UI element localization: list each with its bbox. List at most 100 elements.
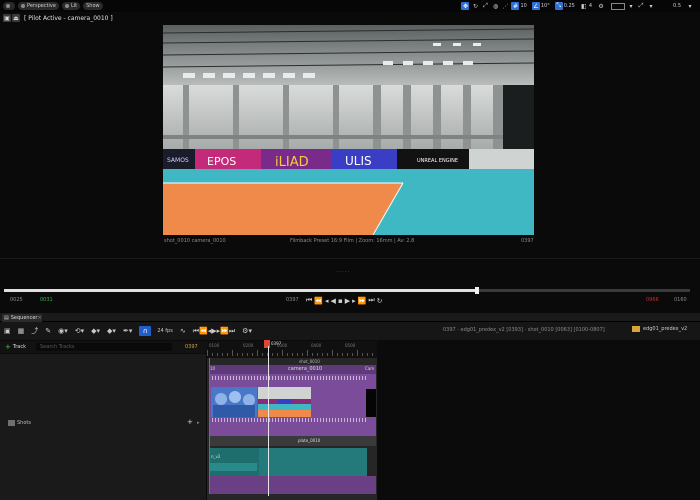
transport-mini-icon[interactable]: ⏮⏪◂▶▸⏩⏭ xyxy=(193,327,235,336)
add-track-button[interactable]: + Track xyxy=(5,343,26,351)
camera-view[interactable]: SAMOS EPOS iLIAD ULIS UNREAL ENGINE xyxy=(163,25,534,235)
blank-frame xyxy=(366,389,376,417)
add-key-icon[interactable]: ◆▾ xyxy=(107,327,116,335)
chevron-down-icon[interactable]: ▾ xyxy=(627,2,635,10)
stop-icon[interactable]: ▪ xyxy=(338,297,343,305)
fps-select[interactable]: 24 fps xyxy=(157,328,173,334)
track-search-input[interactable]: Search Tracks xyxy=(36,343,172,351)
next-frame-icon[interactable]: ▸ xyxy=(352,297,356,305)
ruler-tick xyxy=(282,350,283,356)
ruler-tick xyxy=(287,353,288,356)
camera-speed-icon[interactable]: ◧ xyxy=(580,2,588,10)
tab-sequencer[interactable]: ▤ Sequencer × xyxy=(2,314,42,322)
start-timecode[interactable]: 0025 xyxy=(10,297,23,303)
audio-track[interactable] xyxy=(209,476,376,494)
show-button[interactable]: Show xyxy=(83,2,103,10)
ruler-tick xyxy=(332,350,333,356)
end-timecode[interactable]: 0966 xyxy=(646,297,659,303)
edit-tool-icon[interactable]: ✒▾ xyxy=(123,327,132,335)
snap-magnet-icon[interactable]: ∩ xyxy=(139,326,152,336)
add-icon[interactable]: + xyxy=(187,418,193,426)
camera-speed-value[interactable]: 4 xyxy=(589,3,592,9)
subsequence-clip-b[interactable] xyxy=(259,448,367,476)
select-mode-icon[interactable]: ✥ xyxy=(461,2,470,10)
ruler-tick xyxy=(227,353,228,356)
scale-icon[interactable]: ⤢ xyxy=(481,2,489,10)
chevron-down-icon[interactable]: ▾ xyxy=(686,2,694,10)
lit-button[interactable]: Lit xyxy=(61,2,81,10)
ruler-tick xyxy=(257,350,258,356)
world-icon[interactable]: ◍ xyxy=(491,2,499,10)
surface-snap-icon[interactable]: ⋰ xyxy=(501,2,509,10)
close-icon[interactable]: × xyxy=(37,315,41,321)
viewport-layout-icon[interactable] xyxy=(611,2,626,10)
grid-snap-value[interactable]: 10 xyxy=(520,3,526,9)
fov-value[interactable]: 0.5 xyxy=(673,3,681,9)
chevron-down-icon[interactable]: ▾ xyxy=(647,2,655,10)
curve-editor-icon[interactable]: ∿ xyxy=(180,327,186,335)
go-to-end-icon[interactable]: ⏭ xyxy=(368,296,374,305)
ruler-label: 0200 xyxy=(243,343,254,348)
play-reverse-icon[interactable]: ◀ xyxy=(331,297,336,305)
eject-icon[interactable]: ⏏ xyxy=(12,14,20,22)
play-icon[interactable]: ▶ xyxy=(345,297,350,305)
settings-icon[interactable]: ⚙ xyxy=(597,2,605,10)
maximize-icon[interactable]: ⤢ xyxy=(637,2,645,10)
timeline-scrubber[interactable] xyxy=(4,287,690,294)
rotate-icon[interactable]: ↻ xyxy=(471,2,479,10)
grid-snap-icon[interactable]: # xyxy=(511,2,520,10)
thumbnail-players xyxy=(211,387,257,417)
camera-icon[interactable]: ▣ xyxy=(3,14,11,22)
ruler-tick xyxy=(242,353,243,356)
angle-snap-value[interactable]: 10° xyxy=(541,3,550,9)
playhead-marker[interactable] xyxy=(264,340,270,348)
scrubber-handle[interactable] xyxy=(475,287,480,294)
expand-icon[interactable]: ▸ xyxy=(197,420,200,426)
save-icon[interactable]: ▣ xyxy=(4,327,11,335)
ruler-tick xyxy=(232,350,233,356)
subsequence-clip-a[interactable] xyxy=(209,448,259,476)
render-icon[interactable]: ✎ xyxy=(45,327,51,335)
perspective-button[interactable]: Perspective xyxy=(18,2,59,10)
camera-clip-label: camera_0010 xyxy=(288,366,323,372)
board-text-2: EPOS xyxy=(207,155,236,168)
tree-item-shots[interactable]: Shots xyxy=(8,420,31,426)
sequence-path[interactable]: edg01_predex_v2 xyxy=(632,326,687,332)
viewport-menu-button[interactable] xyxy=(3,2,15,10)
current-timecode[interactable]: 0397 xyxy=(286,297,299,303)
transport-bar: 0025 0031 0397 ⏮ ⏪ ◂ ◀ ▪ ▶ ▸ ⏩ ⏭ ↻ 0966 … xyxy=(0,296,700,306)
ruler-tick xyxy=(347,353,348,356)
loop-icon[interactable]: ↻ xyxy=(377,297,383,305)
section-start-marker xyxy=(209,358,210,494)
angle-snap-icon[interactable]: ∠ xyxy=(531,2,540,10)
board-text-3: iLIAD xyxy=(275,155,309,170)
browse-icon[interactable]: ▦ xyxy=(18,327,25,335)
sequence-breadcrumb[interactable]: 0397 · edg01_predex_v2 [0393] · shot_001… xyxy=(443,327,605,333)
shot-thumbnail xyxy=(211,387,257,417)
scale-snap-icon[interactable]: ⤡ xyxy=(554,2,563,10)
view-options-icon[interactable]: ◉▾ xyxy=(58,327,68,335)
subsequence-clip-c[interactable] xyxy=(209,463,257,471)
board-text-5: UNREAL ENGINE xyxy=(417,158,458,164)
resize-handle[interactable]: ..... xyxy=(336,267,351,274)
ruler-tick xyxy=(352,353,353,356)
key-icon[interactable]: ◆▾ xyxy=(91,327,100,335)
in-timecode[interactable]: 0031 xyxy=(40,297,53,303)
prev-frame-icon[interactable]: ◂ xyxy=(325,297,329,305)
timeline-empty-area[interactable] xyxy=(377,341,700,500)
ruler-tick xyxy=(277,353,278,356)
scale-snap-value[interactable]: 0.25 xyxy=(564,3,575,9)
camera-cut-icon[interactable]: ⤴ xyxy=(31,326,38,336)
out-timecode[interactable]: 0160 xyxy=(674,297,687,303)
ruler-tick xyxy=(317,353,318,356)
step-forward-icon[interactable]: ⏩ xyxy=(358,297,367,305)
plate-track[interactable] xyxy=(209,436,376,446)
playback-options-icon[interactable]: ⟲▾ xyxy=(75,327,84,335)
track-time-readout: 0397 xyxy=(185,344,198,350)
go-to-start-icon[interactable]: ⏮ xyxy=(306,296,312,305)
ruler-tick xyxy=(247,353,248,356)
time-ruler[interactable]: 0100 0200 0300 0400 0500 xyxy=(207,341,377,358)
settings-icon[interactable]: ⚙▾ xyxy=(242,327,252,335)
step-back-icon[interactable]: ⏪ xyxy=(314,297,323,305)
ruler-tick xyxy=(302,353,303,356)
